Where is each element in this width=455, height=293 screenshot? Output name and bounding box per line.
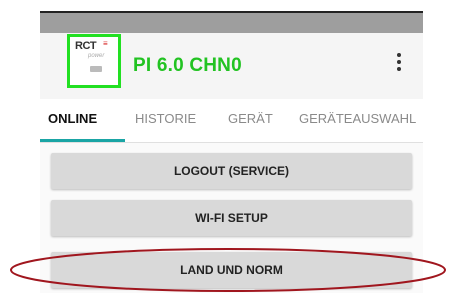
- more-vert-icon[interactable]: [392, 53, 406, 77]
- tab-bar: ONLINE HISTORIE GERÄT GERÄTEAUSWAHL: [40, 99, 423, 142]
- logo-subtext: power: [88, 53, 105, 59]
- rct-power-logo[interactable]: RCT ≡ power: [67, 34, 121, 88]
- online-panel: LOGOUT (SERVICE) WI-FI SETUP LAND UND NO…: [40, 143, 423, 293]
- status-bar: [40, 13, 423, 33]
- tab-geraeteauswahl[interactable]: GERÄTEAUSWAHL: [299, 111, 416, 126]
- logout-service-button[interactable]: LOGOUT (SERVICE): [51, 153, 412, 189]
- land-und-norm-button[interactable]: LAND UND NORM: [51, 252, 412, 288]
- tab-geraet[interactable]: GERÄT: [228, 111, 273, 126]
- app-bar: RCT ≡ power PI 6.0 CHN0: [40, 33, 423, 99]
- logo-text: RCT: [75, 40, 97, 52]
- logo-flag-icon: ≡: [103, 39, 108, 48]
- wifi-setup-button[interactable]: WI-FI SETUP: [51, 200, 412, 236]
- tab-online[interactable]: ONLINE: [48, 111, 97, 126]
- device-title: PI 6.0 CHN0: [133, 55, 242, 76]
- device-icon: [90, 66, 102, 72]
- tab-historie[interactable]: HISTORIE: [135, 111, 196, 126]
